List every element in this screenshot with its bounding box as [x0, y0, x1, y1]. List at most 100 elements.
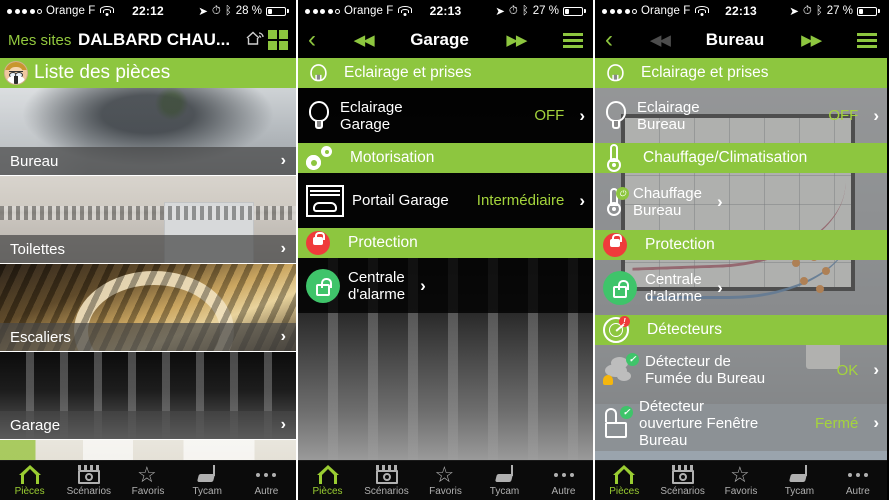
hamburger-menu-icon[interactable]	[856, 32, 877, 48]
tab-tycam[interactable]: Tycam	[770, 464, 828, 497]
section-title: Protection	[645, 236, 715, 253]
room-item-garage[interactable]: Garage ›	[0, 352, 296, 440]
device-name: Détecteur de Fumée du Bureau	[645, 353, 765, 387]
bluetooth-icon: ᛒ	[815, 5, 823, 17]
device-row-detecteur-fenetre[interactable]: ✓ Détecteur ouverture Fenêtre Bureau Fer…	[595, 395, 887, 451]
tab-autre[interactable]: Autre	[829, 464, 887, 497]
section-header-eclairage: Eclairage et prises	[298, 58, 593, 88]
chevron-right-icon: ›	[873, 105, 879, 125]
tab-pieces[interactable]: Pièces	[595, 464, 653, 497]
nav-right-actions	[245, 29, 288, 52]
star-icon: ☆	[730, 461, 750, 487]
chevron-right-icon: ›	[873, 413, 879, 432]
tab-bar: Pièces Scénarios ☆ Favoris Tycam Autre	[595, 460, 887, 500]
device-name-line2: d'alarme	[645, 287, 703, 305]
tab-label: Favoris	[724, 486, 758, 497]
device-row-centrale-alarme[interactable]: Centrale d'alarme ›	[595, 260, 887, 315]
device-name-line1: Eclairage	[637, 98, 700, 116]
location-arrow-icon: ➤	[495, 6, 505, 18]
section-header-protection: Protection	[595, 230, 887, 260]
house-icon	[18, 464, 41, 485]
device-row-eclairage-bureau[interactable]: Eclairage Bureau OFF ›	[595, 88, 887, 143]
device-name: Centrale d'alarme	[348, 269, 405, 303]
user-avatar	[4, 61, 28, 85]
fast-forward-icon[interactable]: ▶▶	[801, 31, 822, 49]
phone-screen-garage: Orange F 22:13 ➤ ⏱ ᛒ 27 % ‹ ◀◀ Garage ▶▶	[296, 0, 593, 500]
section-title: Eclairage et prises	[641, 64, 769, 81]
tab-label: Autre	[845, 486, 870, 497]
section-title: Chauffage/Climatisation	[643, 149, 808, 166]
nav-bar: Mes sites DALBARD CHAU...	[0, 22, 296, 58]
chevron-left-icon[interactable]: ‹	[308, 28, 316, 52]
tab-bar: Pièces Scénarios ☆ Favoris Tycam Autre	[298, 460, 593, 500]
room-label-bar: Garage ›	[0, 411, 296, 439]
tab-scenarios[interactable]: Scénarios	[59, 464, 118, 497]
room-label-bar: Toilettes ›	[0, 235, 296, 263]
tab-scenarios[interactable]: Scénarios	[653, 464, 711, 497]
tab-bar: Pièces Scénarios ☆ Favoris Tycam Autre	[0, 460, 296, 500]
room-name: Bureau	[10, 152, 59, 170]
alarm-clock-icon: ⏱	[211, 4, 221, 17]
device-name: Portail Garage	[352, 192, 449, 209]
page-title: DALBARD CHAU...	[78, 30, 231, 49]
device-row-chauffage-bureau[interactable]: ⏻ Chauffage Bureau ›	[595, 173, 887, 230]
device-list: Eclairage et prises Eclairage Garage OFF…	[298, 58, 593, 460]
section-header-protection: Protection	[298, 228, 593, 258]
tab-label: Tycam	[784, 486, 815, 497]
section-title: Motorisation	[350, 149, 435, 166]
tab-autre[interactable]: Autre	[534, 464, 593, 497]
device-name-line1: Chauffage	[633, 184, 702, 202]
back-button[interactable]: Mes sites	[8, 32, 77, 49]
device-name-line1: Centrale	[645, 270, 702, 288]
tab-favoris[interactable]: ☆ Favoris	[712, 461, 770, 497]
device-name: Eclairage Bureau	[637, 99, 700, 133]
device-status-value: OFF	[828, 107, 859, 124]
tab-pieces[interactable]: Pièces	[298, 464, 357, 497]
device-row-eclairage-garage[interactable]: Eclairage Garage OFF ›	[298, 88, 593, 143]
chevron-left-icon[interactable]: ‹	[605, 28, 613, 52]
hamburger-menu-icon[interactable]	[563, 32, 583, 48]
device-name-line1: Détecteur de	[645, 353, 731, 370]
device-row-detecteur-fumee[interactable]: ✓ Détecteur de Fumée du Bureau OK ›	[595, 345, 887, 395]
device-row-portail-garage[interactable]: Portail Garage Intermédiaire ›	[298, 173, 593, 228]
home-wifi-icon[interactable]	[245, 29, 265, 52]
rewind-icon[interactable]: ◀◀	[354, 31, 375, 49]
tab-favoris[interactable]: ☆ Favoris	[118, 463, 177, 497]
tab-tycam[interactable]: Tycam	[475, 464, 534, 497]
device-status-value: OK	[836, 361, 859, 379]
room-item-escaliers[interactable]: Escaliers ›	[0, 264, 296, 352]
tab-label: Scénarios	[660, 486, 705, 497]
rooms-list: Bureau › Toilettes › Escaliers › Garage …	[0, 88, 296, 500]
section-header-chauffage: Chauffage/Climatisation	[595, 143, 887, 173]
section-header-detecteurs: ! Détecteurs	[595, 315, 887, 345]
grid-squares-icon[interactable]	[268, 30, 288, 50]
camera-icon	[494, 464, 516, 485]
device-name-line2: d'alarme	[348, 285, 406, 303]
ellipsis-icon	[553, 464, 574, 485]
device-name-line2: ouverture Fenêtre	[639, 414, 759, 432]
room-item-bureau[interactable]: Bureau ›	[0, 88, 296, 176]
room-item-toilettes[interactable]: Toilettes ›	[0, 176, 296, 264]
tab-autre[interactable]: Autre	[237, 464, 296, 497]
tab-label: Favoris	[429, 486, 462, 497]
tab-label: Tycam	[192, 486, 222, 497]
tab-favoris[interactable]: ☆ Favoris	[416, 461, 475, 497]
tab-pieces[interactable]: Pièces	[0, 464, 59, 497]
tab-scenarios[interactable]: Scénarios	[357, 464, 416, 497]
chevron-right-icon: ›	[280, 328, 286, 345]
star-icon: ☆	[434, 461, 455, 487]
bluetooth-icon: ᛒ	[224, 5, 232, 17]
lightbulb-icon	[308, 63, 327, 83]
rewind-icon[interactable]: ◀◀	[650, 31, 671, 49]
tab-label: Pièces	[609, 486, 640, 497]
clapperboard-icon	[671, 464, 694, 485]
garage-door-icon	[306, 184, 344, 217]
fast-forward-icon[interactable]: ▶▶	[506, 31, 527, 49]
status-bar: Orange F 22:12 ➤ ⏱ ᛒ 28 %	[0, 0, 296, 22]
device-status-value: OFF	[534, 107, 565, 124]
smoke-detector-icon: ✓	[603, 353, 639, 385]
battery-percent: 27 %	[532, 5, 559, 17]
lock-green-icon	[603, 270, 637, 305]
device-row-centrale-alarme[interactable]: Centrale d'alarme ›	[298, 258, 593, 313]
tab-tycam[interactable]: Tycam	[178, 464, 237, 497]
